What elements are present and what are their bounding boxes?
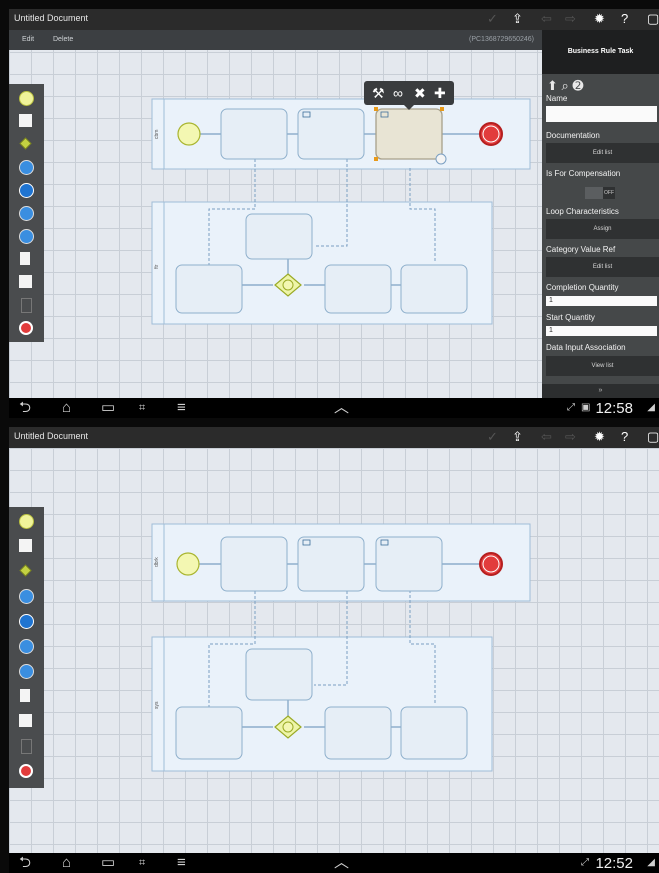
- compensation-toggle-state[interactable]: OFF: [603, 187, 615, 199]
- documentation-edit-button[interactable]: Edit list: [546, 143, 659, 163]
- expand-icon: ⤢: [567, 402, 575, 413]
- task-5[interactable]: [324, 264, 392, 314]
- lane-2-label: ftr: [154, 264, 160, 269]
- start-quantity-input[interactable]: 1: [546, 326, 657, 336]
- screenshot-icon[interactable]: ⌗: [139, 853, 145, 873]
- name-label: Name: [546, 94, 568, 103]
- screenshot-icon[interactable]: ⌗: [139, 398, 145, 418]
- home-icon[interactable]: ⌂: [62, 398, 71, 418]
- wrench-icon[interactable]: ⚒: [372, 84, 385, 102]
- resize-handle[interactable]: [435, 153, 447, 165]
- back-arrow-icon[interactable]: ⇦: [541, 11, 552, 27]
- back-icon[interactable]: ⮌: [19, 853, 31, 873]
- gateway-marker-icon: [282, 279, 294, 291]
- plus-icon[interactable]: ✚: [434, 84, 446, 102]
- name-input[interactable]: [546, 106, 657, 122]
- signal-icon: ◢: [647, 857, 655, 868]
- home-icon[interactable]: ⌂: [62, 853, 71, 873]
- selection-handle[interactable]: [374, 107, 378, 111]
- task-6[interactable]: [400, 706, 468, 760]
- chevron-up-icon[interactable]: ︿: [334, 398, 349, 418]
- compensation-toggle[interactable]: [585, 187, 603, 199]
- link-icon[interactable]: ∞: [393, 84, 403, 102]
- data-input-label: Data Input Association: [546, 343, 626, 352]
- data-input-view-button[interactable]: View list: [546, 356, 659, 376]
- menu-icon[interactable]: ≡: [177, 853, 186, 873]
- context-toolbar: ⚒ ∞ ✖ ✚: [364, 81, 454, 110]
- completion-label: Completion Quantity: [546, 283, 619, 292]
- task-2[interactable]: [297, 108, 365, 160]
- selection-handle[interactable]: [440, 107, 444, 111]
- expand-icon: ⤢: [581, 857, 589, 868]
- bottom-screen: Untitled Document ✓ ⇪ ⇦ ⇨ ✹ ? ▢ dbrk sys: [9, 427, 659, 873]
- menu-icon[interactable]: ≡: [177, 398, 186, 418]
- properties-panel: Business Rule Task ⬆ ⌕ ➋ Name Documentat…: [542, 30, 659, 398]
- window-icon[interactable]: ▢: [647, 11, 659, 27]
- task-3[interactable]: [245, 648, 313, 701]
- selection-handle[interactable]: [374, 157, 378, 161]
- arrow-up-icon[interactable]: ⬆: [547, 78, 558, 93]
- top-screen: Untitled Document ✓ ⇪ ⇦ ⇨ ✹ ? ▢ Edit Del…: [9, 9, 659, 418]
- recent-apps-icon[interactable]: ▭: [101, 853, 115, 873]
- task-1[interactable]: [220, 108, 288, 160]
- delete-x-icon[interactable]: ✖: [414, 84, 426, 102]
- start-quantity-label: Start Quantity: [546, 313, 595, 322]
- task-4[interactable]: [175, 706, 243, 760]
- task-4[interactable]: [175, 264, 243, 314]
- search-icon[interactable]: ⌕: [562, 78, 569, 93]
- loop-assign-button[interactable]: Assign: [546, 219, 659, 239]
- documentation-label: Documentation: [546, 131, 600, 140]
- forward-arrow-icon[interactable]: ⇨: [565, 11, 576, 27]
- toolbar-pointer: [404, 105, 414, 110]
- signal-icon: ◢: [647, 402, 655, 413]
- status-clock: 12:58: [595, 400, 633, 417]
- gateway-marker-icon: [282, 721, 294, 733]
- compensation-label: Is For Compensation: [546, 169, 621, 178]
- loop-label: Loop Characteristics: [546, 207, 619, 216]
- properties-icons: ⬆ ⌕ ➋: [547, 78, 583, 94]
- task-5[interactable]: [324, 706, 392, 760]
- back-icon[interactable]: ⮌: [19, 398, 31, 418]
- category-edit-button[interactable]: Edit list: [546, 257, 659, 277]
- category-label: Category Value Ref: [546, 245, 616, 254]
- lane-1-label: dbrk: [154, 557, 160, 567]
- task-1[interactable]: [220, 536, 288, 592]
- lane-2-label: sys: [154, 701, 160, 709]
- status-clock: 12:52: [595, 855, 633, 872]
- more-button[interactable]: »: [542, 384, 659, 398]
- system-navbar: ⮌ ⌂ ▭ ⌗ ≡ ︿ ⤢ ▣ 12:58 ◢: [9, 398, 659, 418]
- gear-icon[interactable]: ✹: [594, 11, 605, 27]
- completion-input[interactable]: 1: [546, 296, 657, 306]
- start-event[interactable]: [176, 552, 200, 576]
- task-6[interactable]: [400, 264, 468, 314]
- info-icon[interactable]: ➋: [572, 78, 583, 93]
- lane-1-label: cbm: [154, 130, 160, 139]
- bpmn-diagram: dbrk sys: [151, 523, 531, 772]
- chevron-up-icon[interactable]: ︿: [334, 853, 349, 873]
- business-rule-task-selected[interactable]: [375, 108, 443, 160]
- image-notification-icon: ▣: [581, 402, 591, 413]
- system-navbar: ⮌ ⌂ ▭ ⌗ ≡ ︿ ⤢ 12:52 ◢: [9, 853, 659, 873]
- task-3[interactable]: [245, 213, 313, 260]
- bpmn-diagram: cbm ftr: [151, 98, 531, 325]
- start-event[interactable]: [177, 122, 201, 146]
- properties-header: Business Rule Task: [542, 30, 659, 74]
- recent-apps-icon[interactable]: ▭: [101, 398, 115, 418]
- help-icon[interactable]: ?: [621, 11, 628, 27]
